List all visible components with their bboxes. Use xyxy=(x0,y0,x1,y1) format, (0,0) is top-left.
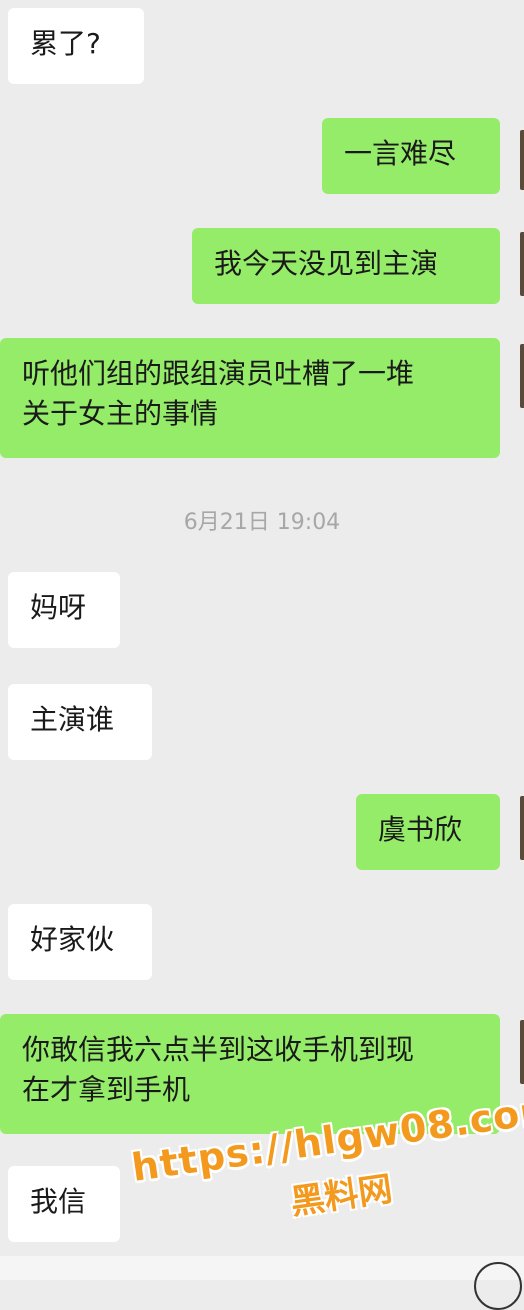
message-bubble-outgoing[interactable]: 我今天没见到主演 xyxy=(192,228,500,304)
voice-toggle-icon[interactable] xyxy=(474,1262,522,1310)
watermark-name: 黑料网 xyxy=(288,1169,395,1223)
avatar[interactable] xyxy=(520,130,524,190)
input-bar xyxy=(0,1256,524,1280)
message-bubble-incoming[interactable]: 妈呀 xyxy=(8,572,120,648)
avatar[interactable] xyxy=(520,344,524,408)
message-bubble-incoming[interactable]: 好家伙 xyxy=(8,904,152,980)
message-bubble-incoming[interactable]: 我信 xyxy=(8,1166,120,1242)
message-timestamp: 6月21日 19:04 xyxy=(183,510,341,535)
message-bubble-outgoing[interactable]: 听他们组的跟组演员吐槽了一堆 关于女主的事情 xyxy=(0,338,500,458)
message-bubble-incoming[interactable]: 主演谁 xyxy=(8,684,152,760)
avatar[interactable] xyxy=(520,1020,524,1084)
message-bubble-incoming[interactable]: 累了? xyxy=(8,8,144,84)
message-bubble-outgoing[interactable]: 一言难尽 xyxy=(322,118,500,194)
avatar[interactable] xyxy=(520,796,524,860)
message-bubble-outgoing[interactable]: 虞书欣 xyxy=(356,794,500,870)
avatar[interactable] xyxy=(520,232,524,296)
